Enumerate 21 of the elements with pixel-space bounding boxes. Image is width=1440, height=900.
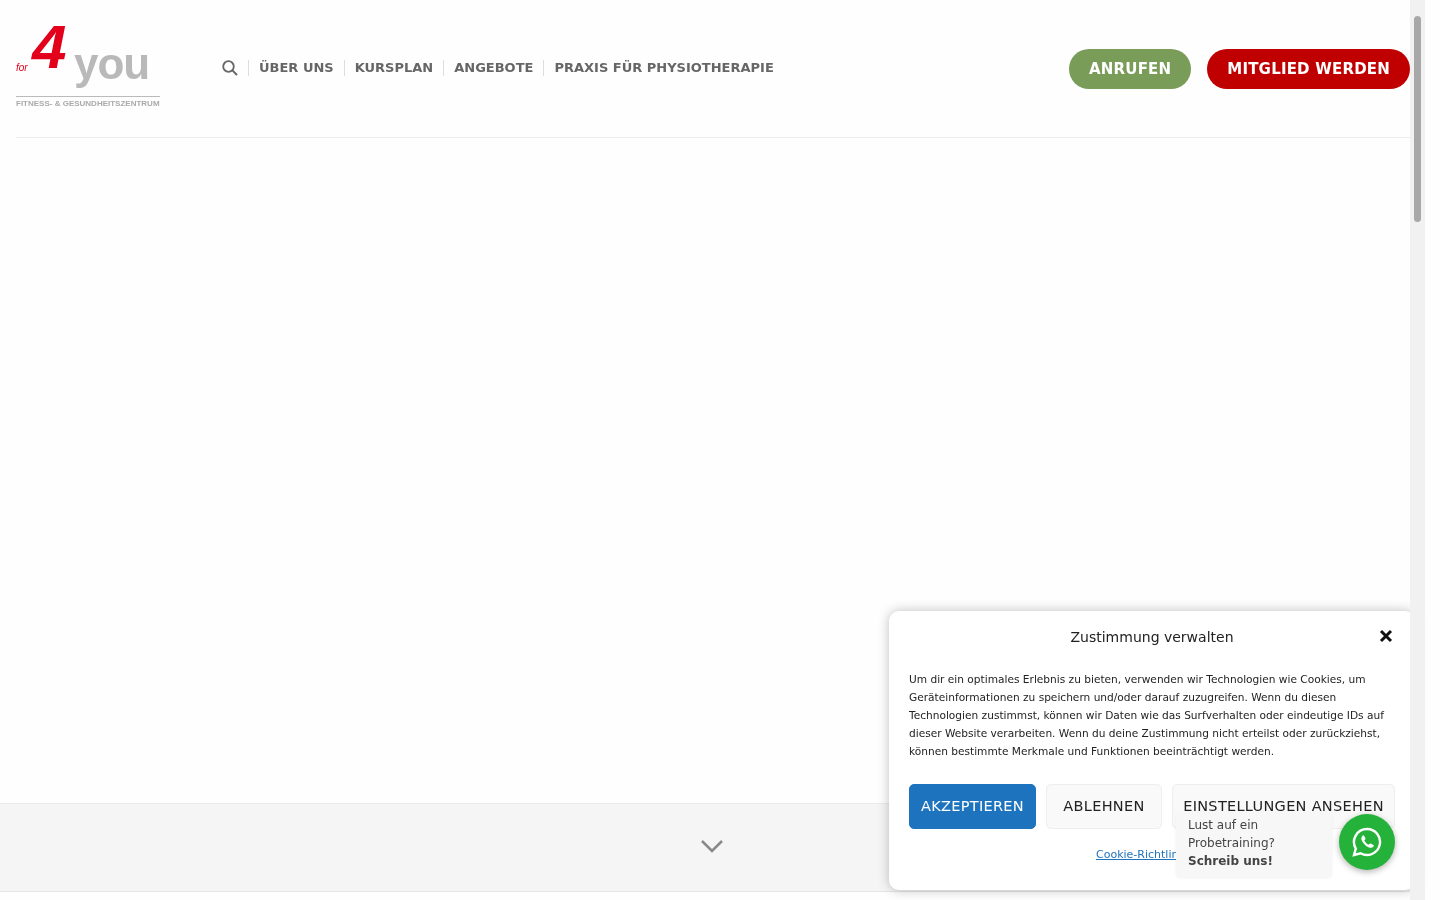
scrollbar[interactable] bbox=[1410, 0, 1425, 900]
nav-link[interactable]: KURSPLAN bbox=[343, 60, 444, 76]
close-icon[interactable] bbox=[1377, 627, 1395, 645]
policy-link[interactable]: Cookie-Richtlin bbox=[1096, 847, 1179, 864]
nav-link[interactable]: ÜBER UNS bbox=[248, 60, 344, 76]
dialog-title: Zustimmung verwalten bbox=[1069, 628, 1235, 647]
logo-word: you bbox=[74, 42, 150, 86]
search-icon[interactable] bbox=[222, 60, 238, 76]
accept-button[interactable]: AKZEPTIEREN bbox=[909, 784, 1036, 829]
logo-numeral: 4 bbox=[32, 16, 67, 78]
join-button[interactable]: MITGLIED WERDEN bbox=[1207, 49, 1410, 89]
chevron-down-icon[interactable] bbox=[700, 839, 724, 853]
nav-link[interactable]: PRAXIS FÜR PHYSIOTHERAPIE bbox=[543, 60, 784, 76]
nav-link[interactable]: ANGEBOTE bbox=[443, 60, 544, 76]
logo-small-word: for bbox=[16, 62, 28, 73]
dialog-text: Um dir ein optimales Erlebnis zu bieten, verwenden wir Technologien wie Cookies, um Geräteinformationen zu speichern und/oder darauf zuzugreifen. Wenn du diesen Technologien zustimmst, können wir Daten wie das Surfverhalten oder eindeutige IDs auf dieser Website verarbeiten. Wenn du deine Zustimmung nicht erteilst oder zurückziehst, können bestimmte Merkmale und Funktionen beeinträchtigt werden. bbox=[909, 672, 1385, 759]
secondary-button[interactable]: ABLEHNEN bbox=[1046, 784, 1162, 829]
call-button[interactable]: ANRUFEN bbox=[1068, 49, 1192, 89]
chat-bubble[interactable]: Lust auf ein Probetraining? Schreib uns! bbox=[1176, 812, 1332, 877]
logo-tagline: FITNESS- & GESUNDHEITSZENTRUM bbox=[16, 96, 160, 108]
chat-phone-icon bbox=[1351, 826, 1383, 858]
